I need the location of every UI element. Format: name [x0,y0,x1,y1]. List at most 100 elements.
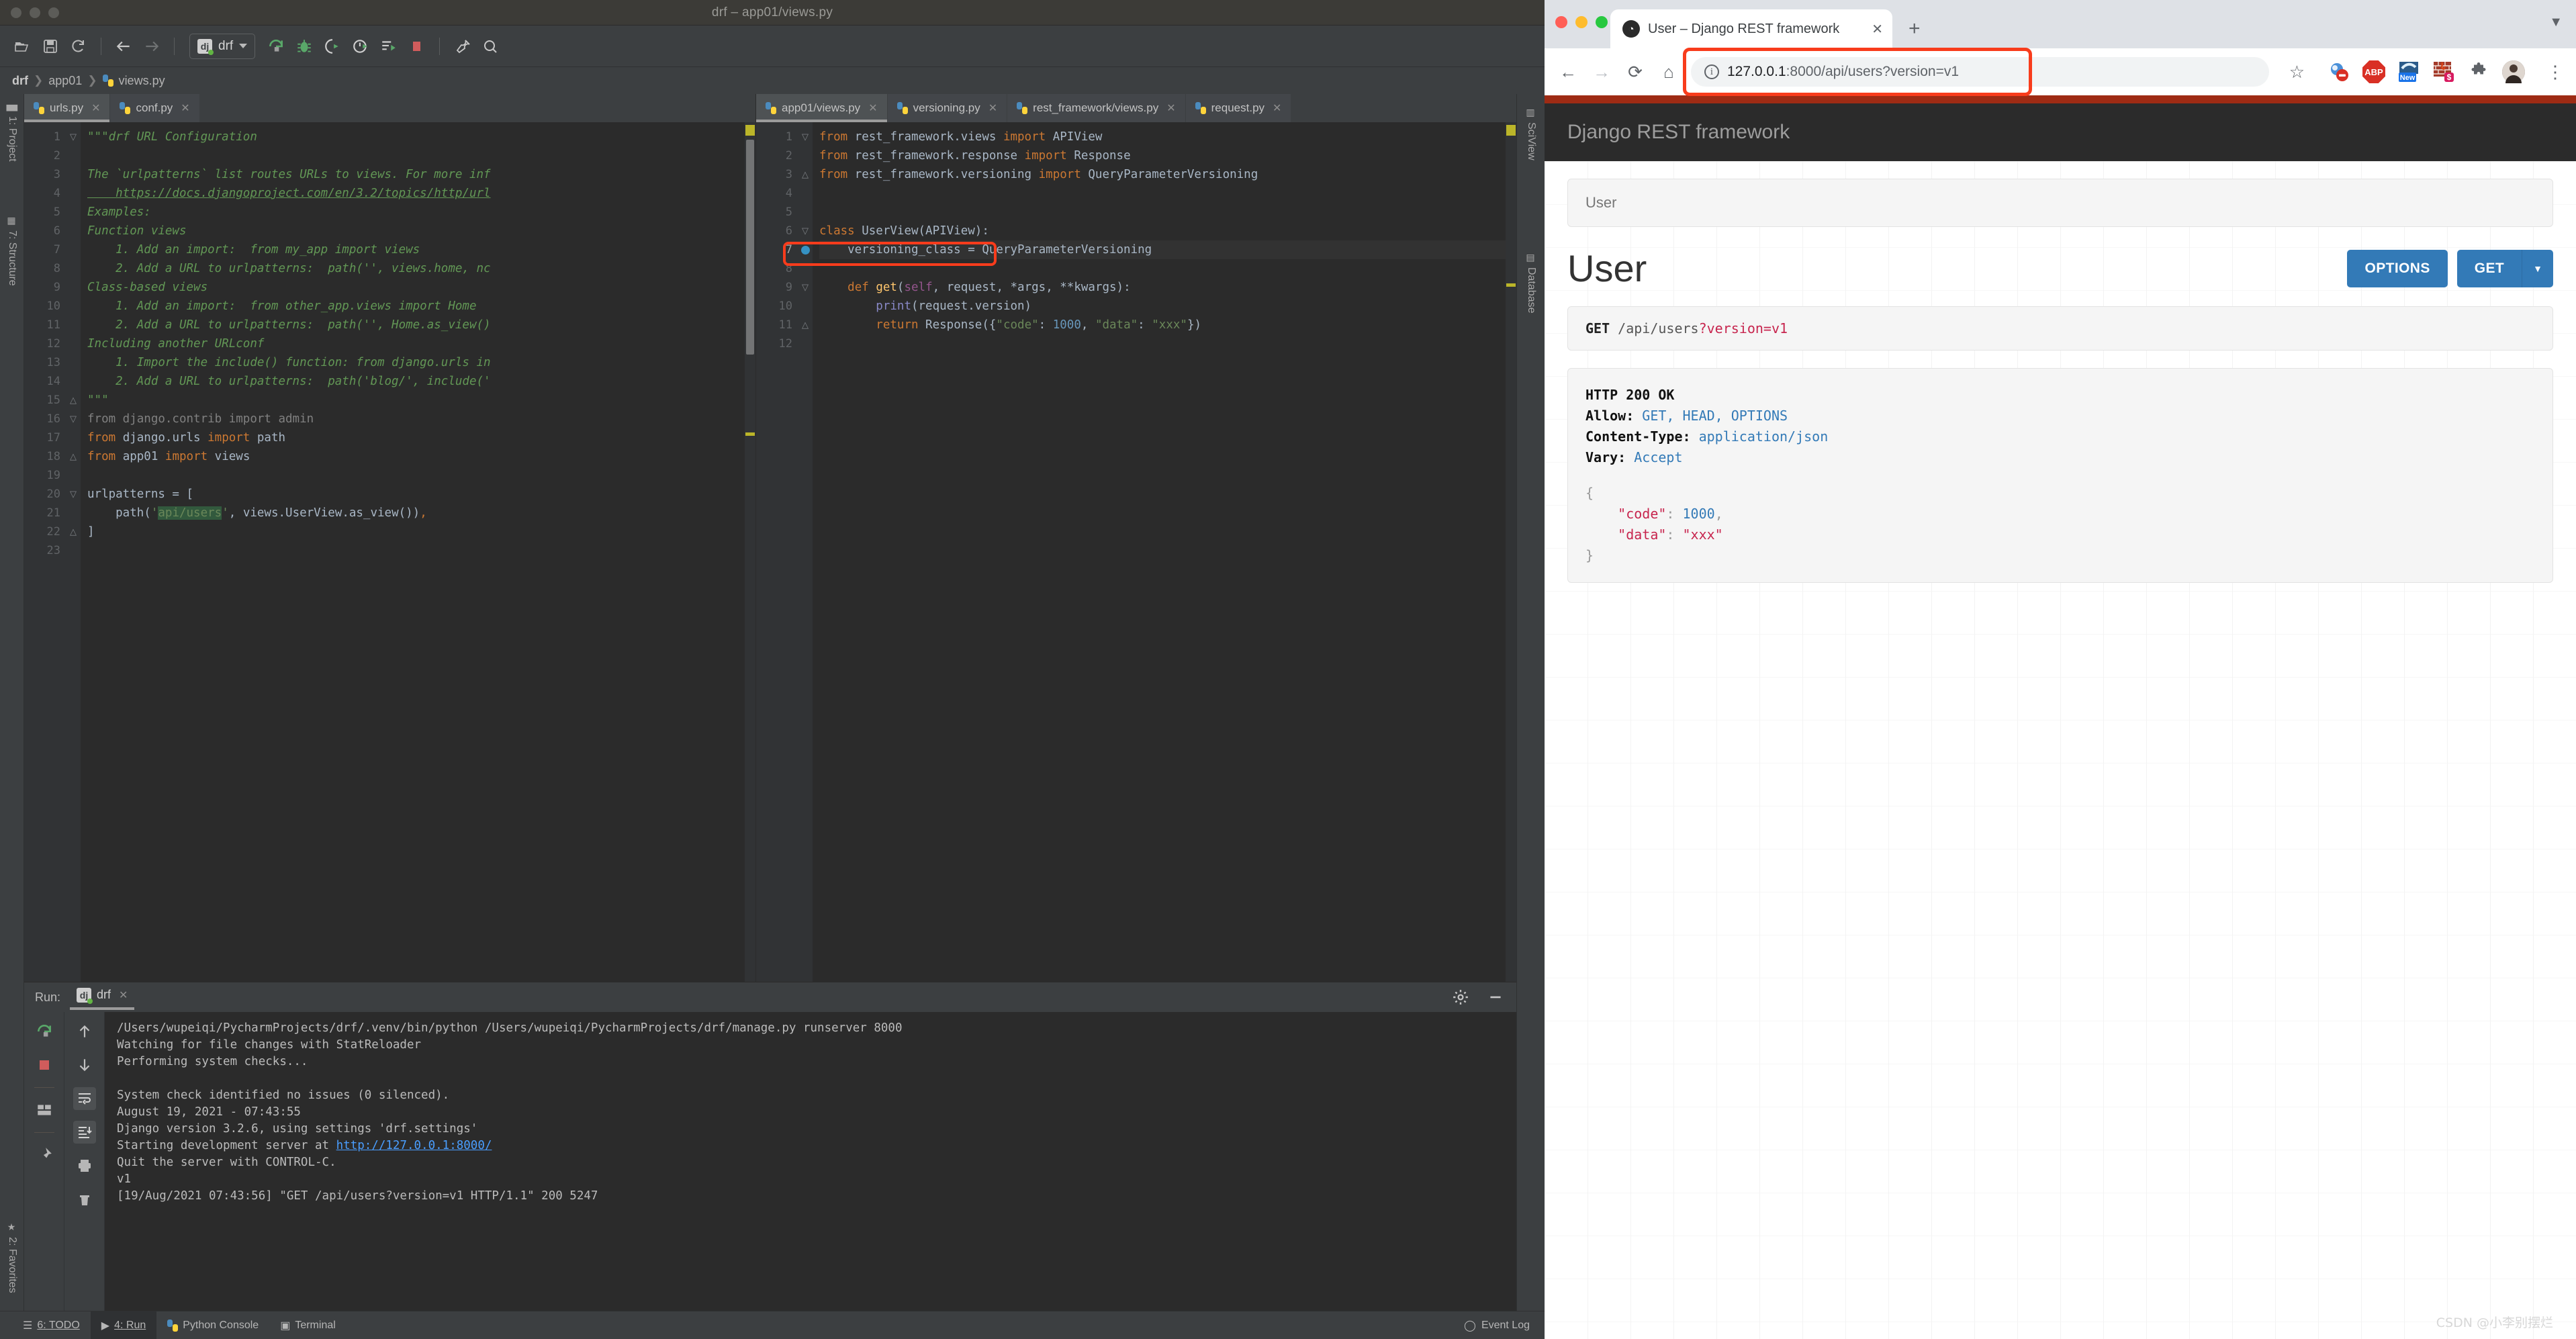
code-line[interactable]: 1. Import the include() function: from d… [87,353,755,372]
fold-toggle-icon[interactable]: ▽ [798,222,813,240]
back-arrow-icon[interactable] [111,34,136,59]
fold-toggle-icon[interactable]: ▽ [66,485,81,504]
code-area-right[interactable]: 1 2 3 4 5 6 7 8 9 10 11 12 ▽ △ ▽ ▽ △ from rest_framewor… [756,122,1516,982]
back-button[interactable]: ← [1557,62,1579,83]
bookmark-star-icon[interactable]: ☆ [2289,62,2305,83]
close-icon[interactable]: ✕ [1166,101,1175,115]
tab-versioning-py[interactable]: versioning.py ✕ [887,94,1008,122]
close-icon[interactable]: ✕ [1872,21,1883,38]
close-icon[interactable]: ✕ [181,101,189,115]
soft-wrap-icon[interactable] [73,1087,96,1110]
get-dropdown-caret-icon[interactable]: ▼ [2522,250,2553,287]
site-info-icon[interactable]: i [1704,64,1719,79]
status-item-todo[interactable]: ☰ 6: TODO [12,1311,91,1339]
new-tab-button[interactable]: + [1908,17,1921,40]
code-folding-gutter[interactable]: ▽ △ ▽ △ ▽ △ [66,122,81,982]
tab-search-icon[interactable]: ▼ [2549,15,2563,30]
close-icon[interactable]: ✕ [868,101,877,115]
options-button[interactable]: OPTIONS [2347,250,2448,287]
code-line[interactable]: """drf URL Configuration [87,128,755,146]
code-line[interactable]: Examples: [87,203,755,222]
tab-request-py[interactable]: request.py ✕ [1185,94,1292,122]
code-line[interactable]: versioning_class = QueryParameterVersion… [819,240,1516,259]
close-icon[interactable]: ✕ [988,101,997,115]
sidebar-item-favorites[interactable]: ★ 2: Favorites [0,1218,24,1297]
settings-wrench-icon[interactable] [449,34,475,59]
code-line[interactable]: urlpatterns = [ [87,485,755,504]
run-with-coverage-icon[interactable] [320,34,345,59]
warning-marker[interactable] [745,125,755,136]
code-line[interactable]: 2. Add a URL to urlpatterns: path('blog/… [87,372,755,391]
run-todo-icon[interactable] [376,34,402,59]
code-line[interactable]: path('api/users', views.UserView.as_view… [87,504,755,522]
home-button[interactable]: ⌂ [1657,62,1680,83]
code-line[interactable]: class UserView(APIView): [819,222,1516,240]
avatar[interactable] [2502,60,2525,83]
breadcrumb-item-app[interactable]: app01 [48,74,82,88]
fold-toggle-icon[interactable]: △ [798,316,813,334]
browser-minimize-dot[interactable] [1575,16,1588,28]
firewall-extension-icon[interactable]: $ [2432,60,2455,83]
fold-toggle-icon[interactable]: ▽ [66,128,81,146]
profile-icon[interactable] [348,34,373,59]
print-icon[interactable] [73,1154,96,1177]
code-line[interactable]: print(request.version) [819,297,1516,316]
scroll-up-icon[interactable] [73,1020,96,1043]
scroll-to-end-icon[interactable] [73,1121,96,1144]
breadcrumb-item-file[interactable]: views.py [119,74,165,88]
forward-arrow-icon[interactable] [139,34,165,59]
fold-toggle-icon[interactable]: ▽ [798,128,813,146]
address-bar[interactable]: i 127.0.0.1:8000/api/users?version=v1 [1691,57,2269,87]
tab-urls-py[interactable]: urls.py ✕ [24,94,111,122]
pin-icon[interactable] [33,1144,56,1166]
status-item-python-console[interactable]: Python Console [156,1311,269,1339]
layout-icon[interactable] [33,1099,56,1121]
sidebar-item-database[interactable]: ▤ Database [1517,248,1545,318]
code-line[interactable] [87,466,755,485]
code-line[interactable]: 2. Add a URL to urlpatterns: path('', Ho… [87,316,755,334]
kebab-menu-icon[interactable]: ⋮ [2546,62,2564,83]
debug-icon[interactable] [291,34,317,59]
code-line[interactable] [87,541,755,560]
code-line[interactable]: from rest_framework.response import Resp… [819,146,1516,165]
code-line[interactable]: 2. Add a URL to urlpatterns: path('', vi… [87,259,755,278]
code-line[interactable] [819,259,1516,278]
code-line[interactable]: def get(self, request, *args, **kwargs): [819,278,1516,297]
drf-brand-title[interactable]: Django REST framework [1567,121,2553,144]
new-extension-icon[interactable]: New [2397,60,2420,83]
stop-icon[interactable] [33,1054,56,1076]
breadcrumb-item-project[interactable]: drf [12,74,28,88]
close-icon[interactable]: ✕ [91,101,100,115]
run-session-tab[interactable]: dj drf ✕ [70,985,135,1010]
code-line[interactable]: from django.contrib import admin [87,410,755,428]
status-item-terminal[interactable]: ▣ Terminal [269,1311,347,1339]
code-line[interactable] [87,146,755,165]
code-line[interactable]: https://docs.djangoproject.com/en/3.2/to… [87,184,755,203]
fold-toggle-icon[interactable]: △ [66,522,81,541]
fold-toggle-icon[interactable]: △ [66,391,81,410]
code-line[interactable]: ] [87,522,755,541]
trash-icon[interactable] [73,1188,96,1211]
code-line[interactable]: from django.urls import path [87,428,755,447]
code-line[interactable]: from rest_framework.views import APIView [819,128,1516,146]
puzzle-extensions-icon[interactable] [2467,60,2490,83]
code-line[interactable]: Class-based views [87,278,755,297]
stop-icon[interactable] [404,34,430,59]
code-line[interactable]: 1. Add an import: from other_app.views i… [87,297,755,316]
code-line[interactable]: from rest_framework.versioning import Qu… [819,165,1516,184]
sidebar-item-sciview[interactable]: ▥ SciView [1517,103,1545,165]
browser-zoom-dot[interactable] [1596,16,1608,28]
scrollbar-thumb[interactable] [746,140,754,355]
reload-button[interactable]: ⟳ [1624,62,1647,83]
code-text-left[interactable]: """drf URL Configuration The `urlpattern… [81,122,755,982]
warning-marker[interactable] [1506,125,1516,136]
console-link[interactable]: http://127.0.0.1:8000/ [336,1139,492,1152]
search-icon[interactable] [477,34,503,59]
tab-app01-views-py[interactable]: app01/views.py ✕ [756,94,888,122]
code-line[interactable]: The `urlpatterns` list routes URLs to vi… [87,165,755,184]
scroll-down-icon[interactable] [73,1054,96,1076]
browser-window-controls[interactable] [1555,16,1608,28]
run-configuration-selector[interactable]: dj drf [189,33,256,59]
privacy-badger-icon[interactable] [2328,60,2350,83]
warning-marker[interactable] [1506,283,1516,287]
